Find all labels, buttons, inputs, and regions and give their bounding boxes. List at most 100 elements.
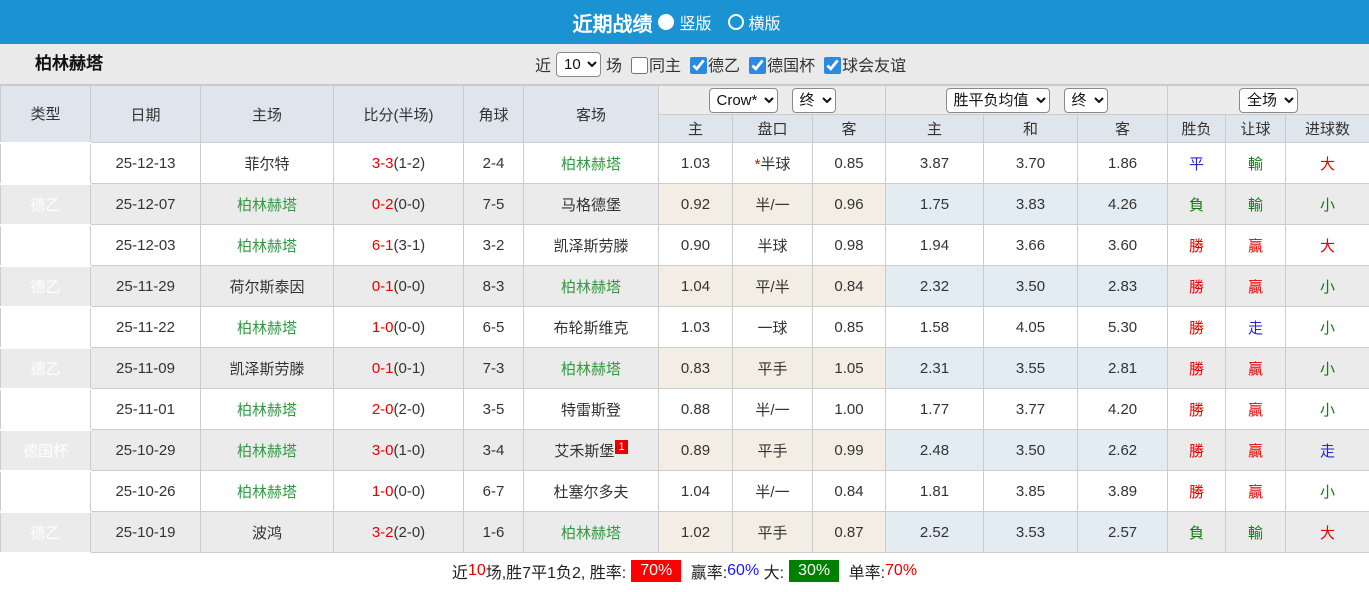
away-team: 柏林赫塔 xyxy=(523,347,659,389)
avg-home: 2.52 xyxy=(885,511,985,553)
home-team: 柏林赫塔 xyxy=(200,183,334,225)
avg-away: 4.26 xyxy=(1077,183,1169,225)
goals-outcome: 小 xyxy=(1285,388,1369,430)
away-team-name: 艾禾斯堡 xyxy=(554,442,615,460)
layout-radio-label[interactable]: 横版 xyxy=(749,16,781,33)
away-team-name: 柏林赫塔 xyxy=(560,524,621,542)
table-row: 德乙 25-11-29 荷尔斯泰因 0-1(0-0) 8-3 柏林赫塔 1.04 平/半 0.8… xyxy=(0,264,1369,308)
filter-checkbox-label[interactable]: 德国杯 xyxy=(767,58,815,75)
layout-radio[interactable] xyxy=(658,14,675,30)
filter-checkbox-label[interactable]: 德乙 xyxy=(708,58,740,75)
filter-checkbox[interactable] xyxy=(631,57,649,74)
odds-away: 0.84 xyxy=(811,470,887,512)
near-label: 近 xyxy=(535,58,552,75)
corner-score: 3-5 xyxy=(463,388,524,430)
match-score: 2-0(2-0) xyxy=(333,388,464,430)
filter-checkbox-label[interactable]: 球会友谊 xyxy=(842,58,906,75)
avg-away: 1.86 xyxy=(1077,142,1169,184)
table-row: 德乙 25-11-09 凯泽斯劳滕 0-1(0-1) 7-3 柏林赫塔 0.83 平手 1.05… xyxy=(0,346,1369,390)
halftime-score: (1-0) xyxy=(393,441,426,459)
league-type-badge: 德乙 xyxy=(0,264,91,308)
home-team: 柏林赫塔 xyxy=(200,470,334,512)
odds-home: 1.04 xyxy=(658,265,733,307)
home-team: 波鸿 xyxy=(200,511,334,553)
avg-group-header: 胜平负均值 终 xyxy=(885,85,1169,115)
layout-radio-label[interactable]: 竖版 xyxy=(679,16,711,33)
avg-draw: 3.50 xyxy=(983,265,1079,307)
summary-segment: 场,胜7平1负2, 胜率: xyxy=(485,565,627,582)
avg-home: 1.94 xyxy=(885,224,985,266)
handicap-outcome: 贏 xyxy=(1225,470,1287,512)
summary-segment: 60% xyxy=(727,562,760,579)
league-type-badge: 德国杯 xyxy=(0,223,91,267)
halftime-score: (0-0) xyxy=(393,277,426,295)
league-type-badge: 德乙 xyxy=(0,469,91,513)
goals-outcome: 小 xyxy=(1285,347,1369,389)
corner-score: 8-3 xyxy=(463,265,524,307)
page-title: 近期战绩 xyxy=(572,13,653,36)
result-scope-select[interactable]: 全场 xyxy=(1239,87,1299,113)
subheader-avg-draw: 和 xyxy=(983,114,1079,143)
fulltime-score: 6-1 xyxy=(371,236,394,254)
subheader-result: 胜负 xyxy=(1167,114,1227,143)
filter-checkbox[interactable] xyxy=(690,57,708,74)
goals-outcome: 大 xyxy=(1285,224,1369,266)
fulltime-score: 1-0 xyxy=(371,482,394,500)
layout-radio-group: 竖版 横版 xyxy=(658,10,796,34)
home-team: 柏林赫塔 xyxy=(200,306,334,348)
match-date: 25-12-13 xyxy=(90,142,201,184)
odds-away: 0.85 xyxy=(811,142,887,184)
avg-time-select[interactable]: 终 xyxy=(1063,87,1108,113)
match-score: 0-2(0-0) xyxy=(333,183,464,225)
filter-controls: 近 10 场 同主 德乙 德国杯 球会友谊 xyxy=(535,44,906,84)
table-row: 德乙 25-11-01 柏林赫塔 2-0(2-0) 3-5 特雷斯登 0.88 半/一 1.00… xyxy=(0,387,1369,431)
odds-home: 0.89 xyxy=(658,429,733,471)
away-team: 凯泽斯劳滕 xyxy=(523,224,659,266)
header-home: 主场 xyxy=(200,85,334,143)
match-score: 1-0(0-0) xyxy=(333,306,464,348)
home-team: 凯泽斯劳滕 xyxy=(200,347,334,389)
layout-radio[interactable] xyxy=(727,14,744,30)
halftime-score: (2-0) xyxy=(393,523,426,541)
table-row: 德乙 25-10-26 柏林赫塔 1-0(0-0) 6-7 杜塞尔多夫 1.04 半/一 0.8… xyxy=(0,469,1369,513)
fulltime-score: 1-0 xyxy=(371,318,394,336)
corner-score: 3-4 xyxy=(463,429,524,471)
corner-score: 6-7 xyxy=(463,470,524,512)
match-count-select[interactable]: 10 xyxy=(556,51,602,77)
avg-draw: 3.50 xyxy=(983,429,1079,471)
home-team: 菲尔特 xyxy=(200,142,334,184)
result-outcome: 勝 xyxy=(1167,347,1227,389)
match-date: 25-10-19 xyxy=(90,511,201,553)
team-name: 柏林赫塔 xyxy=(35,54,103,73)
summary-segment: 近 xyxy=(451,565,468,582)
handicap-line: 平手 xyxy=(732,347,813,389)
match-date: 25-11-29 xyxy=(90,265,201,307)
handicap-star-icon: * xyxy=(754,155,761,173)
odds-time-select[interactable]: 终 xyxy=(791,87,836,113)
goals-outcome: 走 xyxy=(1285,429,1369,471)
avg-home: 1.81 xyxy=(885,470,985,512)
halftime-score: (0-0) xyxy=(393,195,426,213)
avg-source-select[interactable]: 胜平负均值 xyxy=(945,87,1050,113)
goals-outcome: 小 xyxy=(1285,470,1369,512)
halftime-score: (0-0) xyxy=(393,482,426,500)
avg-away: 4.20 xyxy=(1077,388,1169,430)
odds-home: 1.03 xyxy=(658,142,733,184)
handicap-line: *半球 xyxy=(732,142,813,184)
subheader-odds-home: 主 xyxy=(658,114,733,143)
halftime-score: (2-0) xyxy=(393,400,426,418)
avg-draw: 3.55 xyxy=(983,347,1079,389)
odds-away: 0.98 xyxy=(811,224,887,266)
filter-checkbox-label[interactable]: 同主 xyxy=(649,58,681,75)
filter-checkbox[interactable] xyxy=(824,57,842,74)
result-outcome: 負 xyxy=(1167,183,1227,225)
odds-home: 1.02 xyxy=(658,511,733,553)
corner-score: 1-6 xyxy=(463,511,524,553)
match-date: 25-11-01 xyxy=(90,388,201,430)
result-outcome: 勝 xyxy=(1167,265,1227,307)
odds-source-select[interactable]: Crow* xyxy=(708,87,778,113)
filter-checkbox[interactable] xyxy=(749,57,767,74)
handicap-line: 平手 xyxy=(732,511,813,553)
match-score: 3-2(2-0) xyxy=(333,511,464,553)
avg-away: 3.60 xyxy=(1077,224,1169,266)
